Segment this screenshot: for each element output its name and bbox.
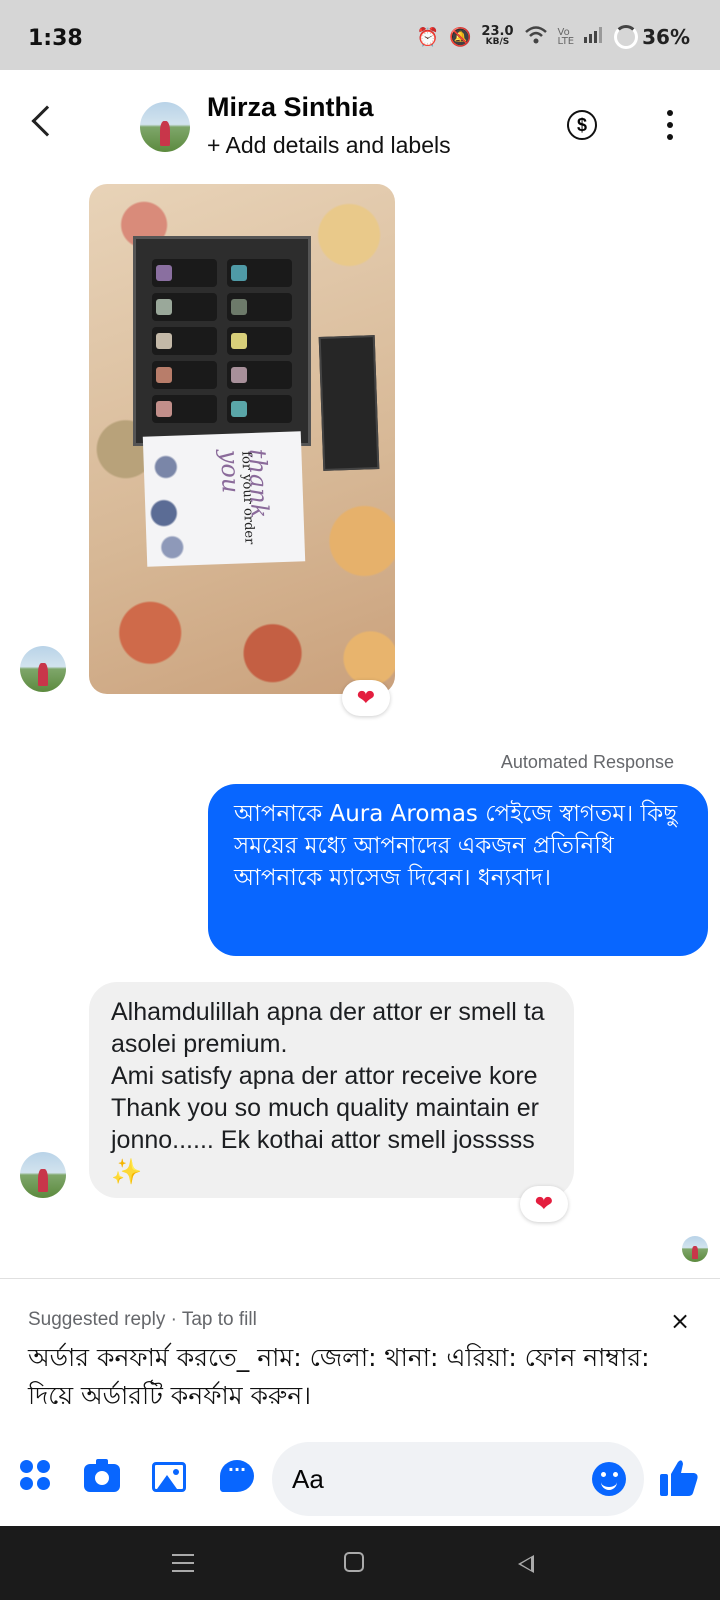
volte-bottom: LTE [557,36,575,47]
back-triangle-icon[interactable] [518,1555,534,1573]
suggested-reply-label: Suggested reply · Tap to fill [28,1309,257,1330]
heart-reaction[interactable]: ❤ [342,680,390,716]
recent-apps-icon[interactable] [172,1554,194,1572]
emoji-icon[interactable] [592,1462,626,1496]
incoming-message[interactable]: Alhamdulillah apna der attor er smell ta… [89,982,574,1198]
system-nav-bar [0,1526,720,1600]
status-bar: 1:38 ⏰ 🔕 23.0 KB/S Vo LTE 36% [0,0,720,70]
chat-bubble-icon[interactable]: ··· [220,1460,254,1492]
contact-avatar[interactable] [140,102,190,152]
automated-response-label: Automated Response [500,752,674,772]
heart-icon: ❤ [534,1191,554,1217]
status-icons: ⏰ 🔕 23.0 KB/S Vo LTE 36% [417,22,690,52]
message-input[interactable]: Aa [272,1442,644,1516]
wifi-icon [524,25,548,50]
battery-percent: 36% [642,25,690,49]
chevron-left-icon[interactable] [31,105,63,137]
thumbs-up-icon[interactable] [658,1458,700,1498]
dollar-circle-icon[interactable]: $ [567,110,597,140]
message-input-placeholder: Aa [292,1464,324,1494]
perfume-box-image [133,236,311,446]
perfume-bottle-box [318,335,380,471]
suggested-reply-text[interactable]: অর্ডার কনফার্ম করতে_ নাম: জেলা: থানা: এর… [28,1339,668,1415]
gallery-icon[interactable] [152,1462,186,1492]
apps-grid-icon[interactable] [20,1460,50,1490]
camera-icon[interactable] [84,1459,120,1492]
volte-indicator: Vo LTE [557,28,575,47]
battery-icon [614,25,639,49]
photo-message[interactable]: thank you for your order [89,184,395,694]
alarm-icon: ⏰ [416,26,439,48]
close-icon[interactable]: × [670,1307,690,1335]
network-speed: 23.0 KB/S [481,24,514,48]
sender-avatar[interactable] [20,1152,66,1198]
status-time: 1:38 [28,26,83,51]
vertical-dots-icon[interactable] [666,110,674,140]
mute-icon: 🔕 [449,26,472,48]
conversation-header: Mirza Sinthia + Add details and labels $ [0,70,720,182]
read-receipt-avatar [682,1236,708,1262]
incoming-message-text: Alhamdulillah apna der attor er smell ta… [111,998,545,1186]
heart-icon: ❤ [356,685,376,711]
sender-avatar[interactable] [20,646,66,692]
message-composer: ··· Aa [0,1420,720,1526]
add-details-link[interactable]: + Add details and labels [207,132,451,159]
heart-reaction[interactable]: ❤ [520,1186,568,1222]
battery-indicator: 36% [614,25,690,49]
outgoing-message[interactable]: আপনাকে Aura Aromas পেইজে স্বাগতম। কিছু স… [208,784,708,956]
home-icon[interactable] [344,1552,364,1572]
speed-value: 23.0 [481,24,514,39]
suggested-reply-panel[interactable]: Suggested reply · Tap to fill × অর্ডার ক… [0,1278,720,1418]
speed-unit: KB/S [485,37,510,47]
contact-name[interactable]: Mirza Sinthia [207,92,374,123]
thank-you-card: thank you for your order [142,431,306,567]
signal-icon [584,26,604,48]
